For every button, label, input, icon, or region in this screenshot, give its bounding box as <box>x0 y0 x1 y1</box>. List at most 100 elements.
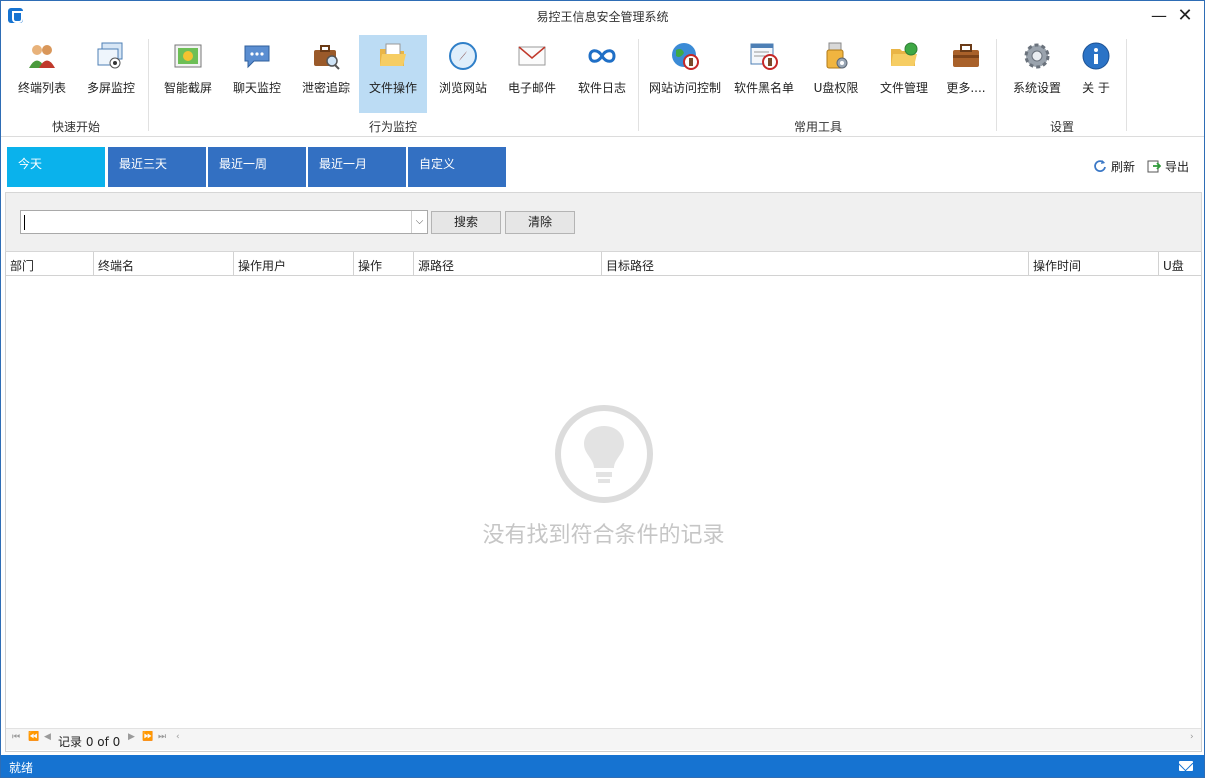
globe-block-icon <box>672 43 699 70</box>
first-page-icon[interactable]: ⏮ <box>12 732 20 742</box>
refresh-label: 刷新 <box>1111 160 1136 174</box>
ribbon-label: 网站访问控制 <box>648 81 721 95</box>
toolbox-icon <box>953 44 979 67</box>
export-icon <box>1147 160 1161 173</box>
ribbon-label: 系统设置 <box>1012 81 1061 95</box>
prev-group-icon[interactable]: ⏪ <box>28 732 39 742</box>
ribbon-file-operations[interactable]: 文件操作 <box>359 35 427 113</box>
ribbon-usb-permission[interactable]: U盘权限 <box>804 35 868 113</box>
scroll-left-icon[interactable]: ‹ <box>176 732 180 742</box>
ribbon-toolbar: 终端列表 多屏监控 智能截屏 聊天监控 泄密追踪 文件操作 浏览网站 电子邮件 … <box>1 31 1204 137</box>
col-operating-user[interactable]: 操作用户 <box>234 252 354 276</box>
col-operation[interactable]: 操作 <box>354 252 414 276</box>
tab-last-week[interactable]: 最近一周 <box>208 147 306 187</box>
usb-settings-icon <box>826 42 848 69</box>
window-title: 易控王信息安全管理系统 <box>536 10 669 24</box>
text-cursor <box>24 215 25 230</box>
ribbon-label: 更多.... <box>946 81 986 95</box>
multi-screen-icon <box>97 42 123 69</box>
ribbon-multi-screen[interactable]: 多屏监控 <box>79 35 143 113</box>
ribbon-terminal-list[interactable]: 终端列表 <box>9 35 75 113</box>
ribbon-system-settings[interactable]: 系统设置 <box>1005 35 1069 113</box>
ribbon-chat-monitor[interactable]: 聊天监控 <box>225 35 289 113</box>
ribbon-group-divider <box>1126 39 1127 131</box>
chat-bubble-icon <box>244 45 270 69</box>
ribbon-file-management[interactable]: 文件管理 <box>872 35 936 113</box>
compass-icon <box>449 42 477 70</box>
ribbon-label: 文件管理 <box>879 81 928 95</box>
record-count: 记录 0 of 0 <box>58 735 121 749</box>
next-page-icon[interactable]: ▶ <box>128 732 135 742</box>
briefcase-search-icon <box>314 45 340 70</box>
ribbon-email[interactable]: 电子邮件 <box>500 35 564 113</box>
scroll-right-icon[interactable]: › <box>1190 732 1194 742</box>
window-block-icon <box>750 43 778 70</box>
tab-last-month[interactable]: 最近一月 <box>308 147 406 187</box>
ribbon-more[interactable]: 更多.... <box>939 35 993 113</box>
ribbon-label: 软件日志 <box>577 81 626 95</box>
gear-icon <box>1024 43 1050 69</box>
screenshot-icon <box>174 44 202 68</box>
next-group-icon[interactable]: ⏩ <box>142 732 153 742</box>
mail-icon[interactable] <box>1179 761 1193 771</box>
ribbon-software-log[interactable]: 软件日志 <box>570 35 634 113</box>
last-page-icon[interactable]: ⏭ <box>158 732 166 742</box>
search-button[interactable]: 搜索 <box>431 211 501 234</box>
col-usb-drive[interactable]: U盘 <box>1159 252 1201 276</box>
ribbon-label: 多屏监控 <box>86 81 135 95</box>
ribbon-about[interactable]: 关 于 <box>1071 35 1121 113</box>
refresh-button[interactable]: 刷新 <box>1093 158 1135 175</box>
ribbon-website-access-control[interactable]: 网站访问控制 <box>647 35 723 113</box>
search-combobox[interactable]: ⌵ <box>20 210 428 234</box>
app-window: 易控王信息安全管理系统 — ✕ 终端列表 多屏监控 智能截屏 聊天监控 泄密追踪… <box>0 0 1205 778</box>
empty-state-message: 没有找到符合条件的记录 <box>482 523 725 548</box>
ribbon-label: 关 于 <box>1082 81 1110 95</box>
infinity-icon <box>588 49 616 63</box>
table-header: 部门 终端名 操作用户 操作 源路径 目标路径 操作时间 U盘 <box>6 252 1201 276</box>
col-department[interactable]: 部门 <box>6 252 94 276</box>
records-table: 部门 终端名 操作用户 操作 源路径 目标路径 操作时间 U盘 没有找到符合条件… <box>5 252 1202 752</box>
export-button[interactable]: 导出 <box>1147 158 1189 175</box>
search-panel: ⌵ 搜索 清除 <box>5 192 1202 252</box>
info-icon <box>1082 42 1110 70</box>
ribbon-group-divider <box>996 39 997 131</box>
status-text: 就绪 <box>9 761 34 775</box>
ribbon-label: 浏览网站 <box>438 81 487 95</box>
lightbulb-icon <box>555 405 653 503</box>
envelope-icon <box>518 46 546 66</box>
ribbon-browse-websites[interactable]: 浏览网站 <box>431 35 495 113</box>
tab-last-3-days[interactable]: 最近三天 <box>108 147 206 187</box>
users-icon <box>29 45 55 68</box>
clear-button[interactable]: 清除 <box>505 211 575 234</box>
ribbon-label: 终端列表 <box>17 81 66 95</box>
ribbon-label: 泄密追踪 <box>301 81 350 95</box>
ribbon-screenshot[interactable]: 智能截屏 <box>156 35 220 113</box>
ribbon-label: U盘权限 <box>813 81 859 95</box>
prev-page-icon[interactable]: ◀ <box>44 732 51 742</box>
ribbon-label: 聊天监控 <box>232 81 281 95</box>
tab-today[interactable]: 今天 <box>7 147 105 187</box>
folder-globe-icon <box>891 42 918 66</box>
ribbon-label: 软件黑名单 <box>733 81 794 95</box>
col-operation-time[interactable]: 操作时间 <box>1029 252 1159 276</box>
ribbon-software-blacklist[interactable]: 软件黑名单 <box>729 35 799 113</box>
refresh-icon <box>1094 160 1106 172</box>
minimize-button[interactable]: — <box>1145 4 1173 28</box>
ribbon-label: 智能截屏 <box>163 81 212 95</box>
close-button[interactable]: ✕ <box>1171 4 1199 28</box>
ribbon-group-common-tools: 常用工具 <box>793 120 842 134</box>
ribbon-leak-tracking[interactable]: 泄密追踪 <box>294 35 358 113</box>
chevron-down-icon[interactable]: ⌵ <box>411 211 427 233</box>
ribbon-group-settings: 设置 <box>1049 120 1074 134</box>
ribbon-label: 电子邮件 <box>507 81 556 95</box>
export-label: 导出 <box>1165 160 1190 174</box>
col-target-path[interactable]: 目标路径 <box>602 252 1029 276</box>
col-terminal-name[interactable]: 终端名 <box>94 252 234 276</box>
ribbon-group-divider <box>638 39 639 131</box>
tab-custom[interactable]: 自定义 <box>408 147 506 187</box>
title-bar[interactable]: 易控王信息安全管理系统 — ✕ <box>1 1 1204 31</box>
ribbon-group-behavior-monitor: 行为监控 <box>368 120 417 134</box>
col-source-path[interactable]: 源路径 <box>414 252 602 276</box>
pager-bar: ⏮ ⏪ ◀ 记录 0 of 0 ▶ ⏩ ⏭ ‹ › <box>6 728 1201 750</box>
folder-open-icon <box>380 43 406 66</box>
